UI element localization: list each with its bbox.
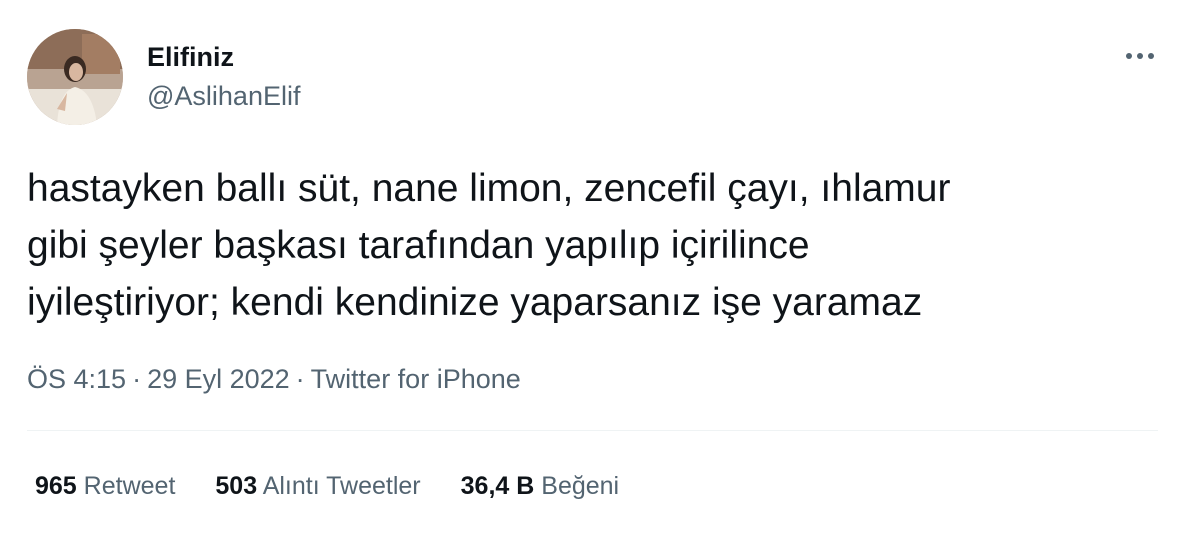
avatar-image [27, 29, 123, 125]
tweet-stats: 965 Retweet 503 Alıntı Tweetler 36,4 B B… [35, 469, 659, 503]
tweet-time[interactable]: ÖS 4:15 [27, 364, 126, 394]
like-stat[interactable]: 36,4 B Beğeni [461, 469, 619, 503]
quote-label: Alıntı Tweetler [262, 472, 421, 500]
like-label: Beğeni [541, 472, 620, 500]
display-name[interactable]: Elifiniz [147, 41, 234, 73]
meta-separator: · [132, 364, 142, 394]
tweet-source[interactable]: Twitter for iPhone [311, 364, 521, 394]
tweet-text-line: gibi şeyler başkası tarafından yapılıp i… [27, 224, 810, 267]
more-horizontal-icon [1126, 53, 1154, 59]
quote-stat[interactable]: 503 Alıntı Tweetler [215, 469, 420, 503]
like-count: 36,4 B [460, 472, 535, 500]
tweet-text: hastayken ballı süt, nane limon, zencefi… [27, 160, 1147, 331]
user-handle[interactable]: @AslihanElif [147, 80, 300, 112]
avatar[interactable] [27, 29, 123, 125]
tweet-text-line: hastayken ballı süt, nane limon, zencefi… [27, 167, 951, 210]
tweet-card: Elifiniz @AslihanElif hastayken ballı sü… [0, 0, 1188, 534]
quote-count: 503 [215, 472, 258, 500]
more-options-button[interactable] [1122, 44, 1158, 68]
retweet-count: 965 [35, 472, 77, 500]
meta-separator: · [295, 364, 305, 394]
retweet-stat[interactable]: 965 Retweet [35, 469, 175, 503]
tweet-text-line: iyileştiriyor; kendi kendinize yaparsanı… [27, 281, 923, 324]
divider [27, 430, 1158, 431]
tweet-meta: ÖS 4:15 · 29 Eyl 2022 · Twitter for iPhone [27, 362, 521, 396]
retweet-label: Retweet [83, 472, 176, 500]
tweet-date[interactable]: 29 Eyl 2022 [147, 364, 290, 394]
